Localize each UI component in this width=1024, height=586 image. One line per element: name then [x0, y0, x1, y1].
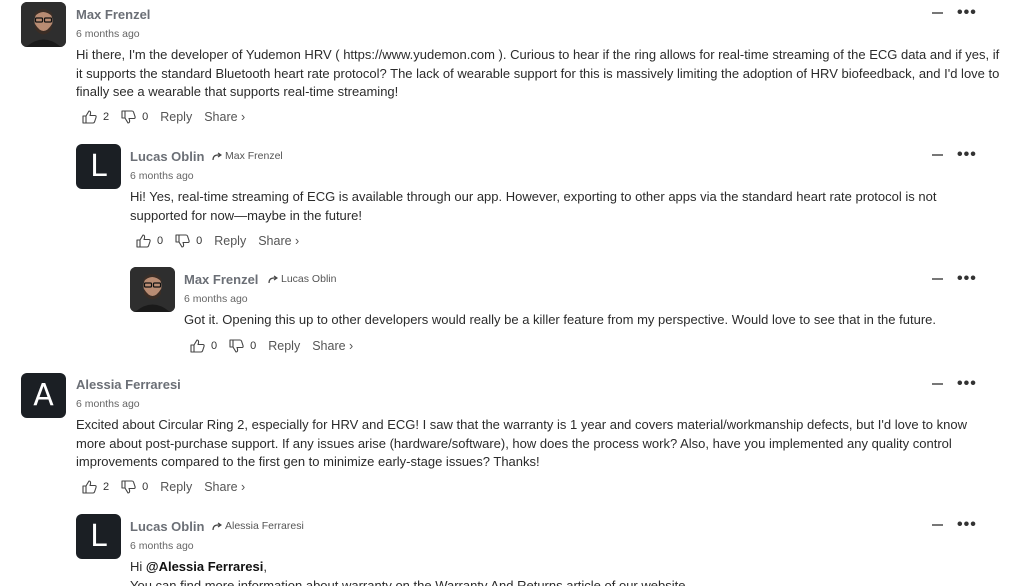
dislike-count: 0: [142, 111, 149, 123]
like-button[interactable]: 0: [136, 234, 163, 248]
dislike-button[interactable]: 0: [229, 339, 256, 353]
comment-timestamp[interactable]: 6 months ago: [76, 398, 140, 410]
reply-to[interactable]: Lucas Oblin: [268, 273, 336, 285]
comment-text: Excited about Circular Ring 2, especiall…: [76, 417, 967, 469]
share-button[interactable]: Share ›: [258, 234, 299, 248]
comment-timestamp[interactable]: 6 months ago: [184, 293, 248, 305]
like-count: 0: [211, 340, 218, 352]
reply-arrow-icon: [268, 275, 278, 283]
thumbs-down-icon: [229, 339, 244, 353]
comment-text: Got it. Opening this up to other develop…: [184, 312, 936, 327]
comment-author[interactable]: Max Frenzel: [76, 7, 150, 22]
reply-button[interactable]: Reply: [160, 480, 192, 494]
user-photo: [21, 2, 66, 47]
more-options-icon[interactable]: •••: [957, 517, 977, 533]
collapse-icon[interactable]: [932, 383, 943, 385]
comment-text-line: You can find more information about warr…: [130, 577, 686, 586]
reply-button[interactable]: Reply: [268, 339, 300, 353]
collapse-icon[interactable]: [932, 154, 943, 156]
comment-author[interactable]: Lucas Oblin: [130, 519, 204, 534]
avatar[interactable]: [130, 267, 175, 312]
like-button[interactable]: 2: [82, 480, 109, 494]
avatar[interactable]: A: [21, 373, 66, 418]
avatar[interactable]: L: [76, 514, 121, 559]
comment-actions: 2 0 Reply Share ›: [82, 480, 245, 494]
dislike-count: 0: [142, 481, 149, 493]
dislike-count: 0: [250, 340, 257, 352]
comment-actions: 0 0 Reply Share ›: [190, 339, 353, 353]
thumbs-up-icon: [136, 234, 151, 248]
comment-controls: •••: [932, 147, 977, 163]
comment-text: Hi @Alessia Ferraresi, You can find more…: [130, 558, 960, 586]
thumbs-down-icon: [121, 110, 136, 124]
comment-author[interactable]: Max Frenzel: [184, 272, 258, 287]
thumbs-up-icon: [190, 339, 205, 353]
share-button[interactable]: Share ›: [204, 110, 245, 124]
more-options-icon[interactable]: •••: [957, 147, 977, 163]
comment-actions: 0 0 Reply Share ›: [136, 234, 299, 248]
comment-timestamp[interactable]: 6 months ago: [76, 28, 140, 40]
comment-timestamp[interactable]: 6 months ago: [130, 170, 194, 182]
avatar[interactable]: [21, 2, 66, 47]
user-photo: [130, 267, 175, 312]
like-button[interactable]: 0: [190, 339, 217, 353]
comment-reply: L Lucas Oblin Max Frenzel 6 months ago •…: [0, 140, 1024, 260]
mention-link[interactable]: @Alessia Ferraresi: [146, 559, 263, 574]
thumbs-up-icon: [82, 480, 97, 494]
thumbs-down-icon: [121, 480, 136, 494]
comment-text: Hi there, I'm the developer of Yudemon H…: [76, 47, 1000, 99]
comment-reply: Max Frenzel Lucas Oblin 6 months ago •••…: [0, 265, 1024, 365]
thumbs-down-icon: [175, 234, 190, 248]
comment-author[interactable]: Alessia Ferraresi: [76, 377, 181, 392]
thumbs-up-icon: [82, 110, 97, 124]
reply-arrow-icon: [212, 152, 222, 160]
share-button[interactable]: Share ›: [204, 480, 245, 494]
dislike-button[interactable]: 0: [175, 234, 202, 248]
reply-to[interactable]: Max Frenzel: [212, 150, 283, 162]
reply-button[interactable]: Reply: [160, 110, 192, 124]
comment-text: Hi! Yes, real-time streaming of ECG is a…: [130, 189, 937, 223]
reply-to-name: Lucas Oblin: [281, 273, 337, 285]
comment: Max Frenzel 6 months ago ••• Hi there, I…: [0, 0, 1024, 135]
share-button[interactable]: Share ›: [312, 339, 353, 353]
comment-controls: •••: [932, 376, 977, 392]
reply-to[interactable]: Alessia Ferraresi: [212, 520, 304, 532]
comment-actions: 2 0 Reply Share ›: [82, 110, 245, 124]
like-count: 0: [157, 235, 164, 247]
comment: A Alessia Ferraresi 6 months ago ••• Exc…: [0, 370, 1024, 505]
like-count: 2: [103, 481, 110, 493]
collapse-icon[interactable]: [932, 524, 943, 526]
more-options-icon[interactable]: •••: [957, 271, 977, 287]
comment-controls: •••: [932, 517, 977, 533]
comment-text-line: Hi @Alessia Ferraresi,: [130, 558, 960, 577]
text-suffix: ,: [263, 559, 267, 574]
comment-reply: L Lucas Oblin Alessia Ferraresi 6 months…: [0, 510, 1024, 586]
collapse-icon[interactable]: [932, 278, 943, 280]
comment-timestamp[interactable]: 6 months ago: [130, 540, 194, 552]
comment-controls: •••: [932, 5, 977, 21]
reply-to-name: Max Frenzel: [225, 150, 283, 162]
dislike-count: 0: [196, 235, 203, 247]
dislike-button[interactable]: 0: [121, 110, 148, 124]
reply-arrow-icon: [212, 522, 222, 530]
more-options-icon[interactable]: •••: [957, 376, 977, 392]
dislike-button[interactable]: 0: [121, 480, 148, 494]
more-options-icon[interactable]: •••: [957, 5, 977, 21]
reply-to-name: Alessia Ferraresi: [225, 520, 304, 532]
like-count: 2: [103, 111, 110, 123]
like-button[interactable]: 2: [82, 110, 109, 124]
comment-controls: •••: [932, 271, 977, 287]
avatar[interactable]: L: [76, 144, 121, 189]
text-prefix: Hi: [130, 559, 146, 574]
comment-author[interactable]: Lucas Oblin: [130, 149, 204, 164]
collapse-icon[interactable]: [932, 12, 943, 14]
reply-button[interactable]: Reply: [214, 234, 246, 248]
